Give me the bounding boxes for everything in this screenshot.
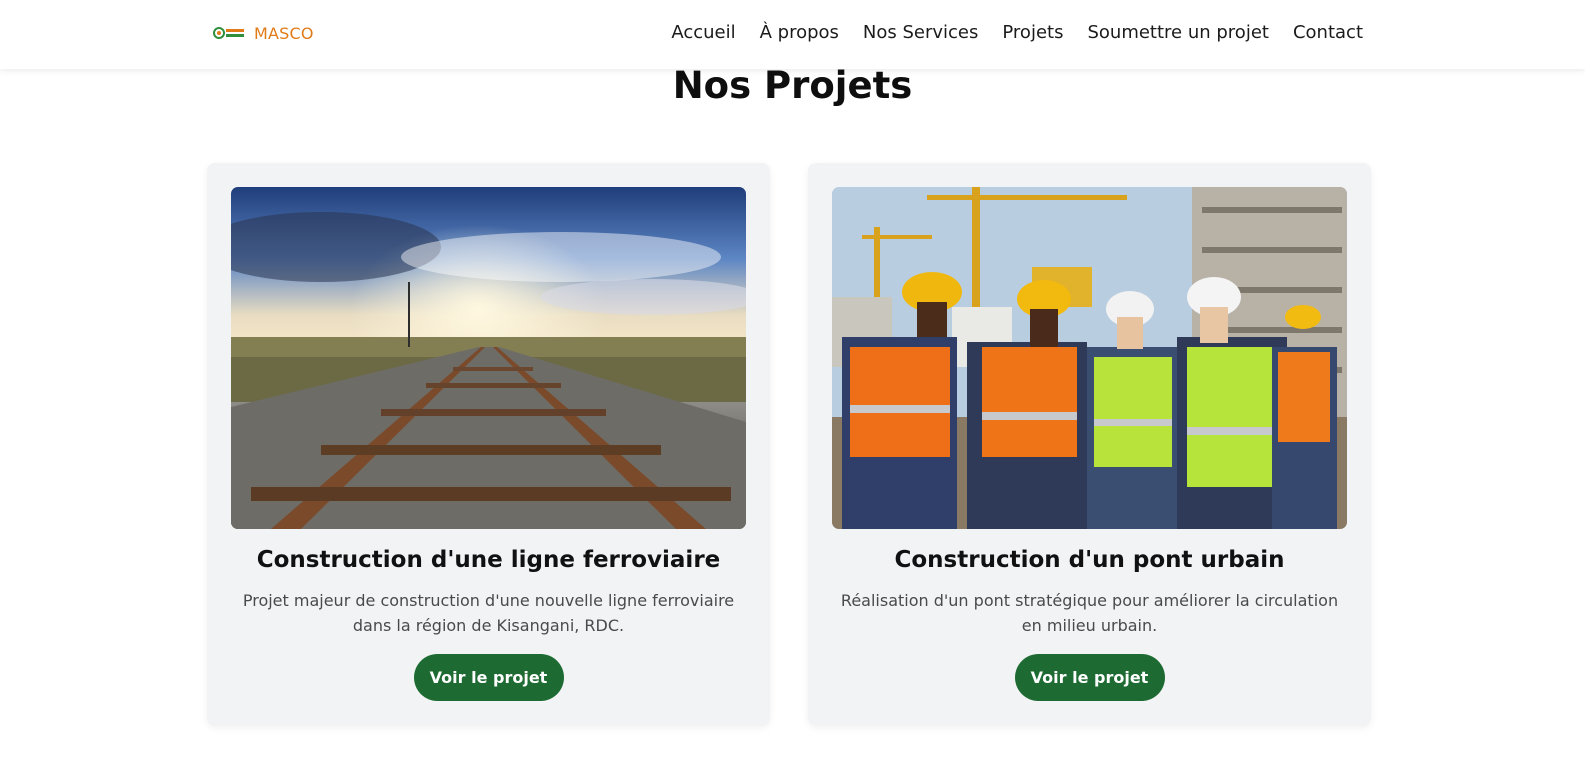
section-title: Nos Projets — [672, 64, 913, 107]
project-description: Projet majeur de construction d'une nouv… — [242, 591, 735, 635]
masco-logo-icon — [213, 27, 244, 39]
project-description: Réalisation d'un pont stratégique pour a… — [840, 591, 1339, 635]
nav-item-a-propos[interactable]: À propos — [760, 22, 839, 43]
project-card: Construction d'une ligne ferroviaire Pro… — [207, 163, 770, 726]
construction-workers-image — [832, 187, 1347, 529]
nav-item-accueil[interactable]: Accueil — [671, 22, 735, 43]
project-title: Construction d'un pont urbain — [894, 547, 1285, 573]
nav-item-contact[interactable]: Contact — [1293, 22, 1363, 43]
main-nav: Accueil À propos Nos Services Projets So… — [671, 22, 1363, 43]
project-card: Construction d'un pont urbain Réalisatio… — [808, 163, 1371, 726]
project-title: Construction d'une ligne ferroviaire — [256, 547, 721, 573]
nav-item-soumettre-un-projet[interactable]: Soumettre un projet — [1087, 22, 1269, 43]
railway-tracks-image — [231, 187, 746, 529]
view-project-button[interactable]: Voir le projet — [413, 654, 564, 701]
nav-item-nos-services[interactable]: Nos Services — [863, 22, 978, 43]
brand-name: MASCO — [254, 23, 314, 43]
nav-item-projets[interactable]: Projets — [1002, 22, 1063, 43]
view-project-button[interactable]: Voir le projet — [1014, 654, 1165, 701]
brand[interactable]: MASCO — [212, 22, 314, 44]
site-header: MASCO Accueil À propos Nos Services Proj… — [0, 0, 1585, 69]
